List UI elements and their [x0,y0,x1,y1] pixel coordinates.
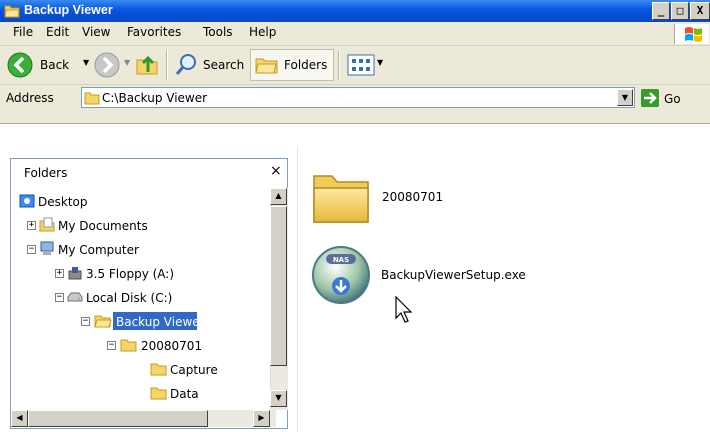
search-button[interactable]: Search [203,58,244,72]
tree-item-backup-viewer[interactable]: Backup Viewer [116,315,205,329]
my-computer-icon [40,241,54,255]
windows-flag-icon [685,27,702,42]
address-label: Address [6,91,54,105]
floppy-icon [68,267,82,280]
collapse-local-disk[interactable]: − [55,293,64,302]
installer-icon[interactable]: NAS [310,244,372,306]
pane-splitter[interactable] [297,146,298,432]
folder-icon [150,387,167,400]
toolbar-separator [338,50,340,80]
scroll-right-icon[interactable]: ▶ [253,410,270,427]
menu-tools[interactable]: Tools [203,25,233,39]
folder-open-icon [94,315,112,328]
menu-file[interactable]: File [13,25,33,39]
tree-item-20080701[interactable]: 20080701 [141,339,202,353]
search-icon[interactable] [173,52,199,78]
scroll-left-icon[interactable]: ◀ [11,410,28,427]
go-arrow-icon[interactable] [641,89,659,107]
folder-icon [120,339,137,352]
collapse-my-computer[interactable]: − [27,245,36,254]
menu-edit[interactable]: Edit [46,25,69,39]
windows-logo [674,24,709,44]
scroll-up-icon[interactable]: ▲ [270,188,287,205]
folder-icon [84,92,100,105]
folders-pane-title: Folders [24,166,68,180]
views-dropdown-icon[interactable]: ▼ [377,58,383,67]
folder-icon [150,363,167,376]
tree-item-my-computer[interactable]: My Computer [58,243,139,257]
folder-large-icon[interactable] [310,168,372,226]
installer-icon-text: NAS [333,256,349,264]
maximize-button[interactable]: □ [671,2,689,20]
desktop-icon [19,194,35,208]
expand-floppy[interactable]: + [55,269,64,278]
folders-icon [255,58,278,74]
address-dropdown-icon[interactable]: ▼ [617,89,633,106]
views-icon[interactable] [347,54,375,76]
tree-item-data[interactable]: Data [170,387,199,401]
back-dropdown-icon[interactable]: ▼ [83,58,89,67]
scroll-thumb[interactable] [270,206,287,366]
scroll-h-thumb[interactable] [28,410,208,427]
tree-item-capture[interactable]: Capture [170,363,218,377]
expand-my-documents[interactable]: + [27,221,36,230]
menu-help[interactable]: Help [249,25,276,39]
mouse-cursor-icon [395,296,413,323]
back-arrow-icon[interactable] [6,51,34,79]
menu-favorites[interactable]: Favorites [127,25,181,39]
content-item-backupviewersetup[interactable]: BackupViewerSetup.exe [381,268,526,282]
content-item-20080701[interactable]: 20080701 [382,190,443,204]
folder-icon [4,5,20,18]
go-button[interactable]: Go [664,92,681,106]
tree-item-desktop[interactable]: Desktop [38,195,88,209]
disk-icon [67,292,83,302]
menu-view[interactable]: View [82,25,110,39]
toolbar-separator [166,50,168,80]
address-path: C:\Backup Viewer [102,91,208,105]
forward-dropdown-icon[interactable]: ▼ [124,58,130,67]
tree-item-local-disk[interactable]: Local Disk (C:) [86,291,172,305]
tree-item-floppy[interactable]: 3.5 Floppy (A:) [86,267,174,281]
folders-pane-close-button[interactable]: × [270,163,282,179]
tree-item-my-documents[interactable]: My Documents [58,219,148,233]
forward-arrow-icon[interactable] [93,51,121,79]
up-folder-icon[interactable] [134,52,160,78]
collapse-20080701[interactable]: − [107,341,116,350]
close-button[interactable]: X [690,2,710,20]
collapse-backup-viewer[interactable]: − [81,317,90,326]
folders-button-label: Folders [284,58,328,72]
window-title: Backup Viewer [24,3,113,17]
back-button[interactable]: Back [40,58,69,72]
scroll-down-icon[interactable]: ▼ [270,390,287,407]
my-documents-icon [39,217,55,232]
minimize-button[interactable]: _ [652,2,670,20]
